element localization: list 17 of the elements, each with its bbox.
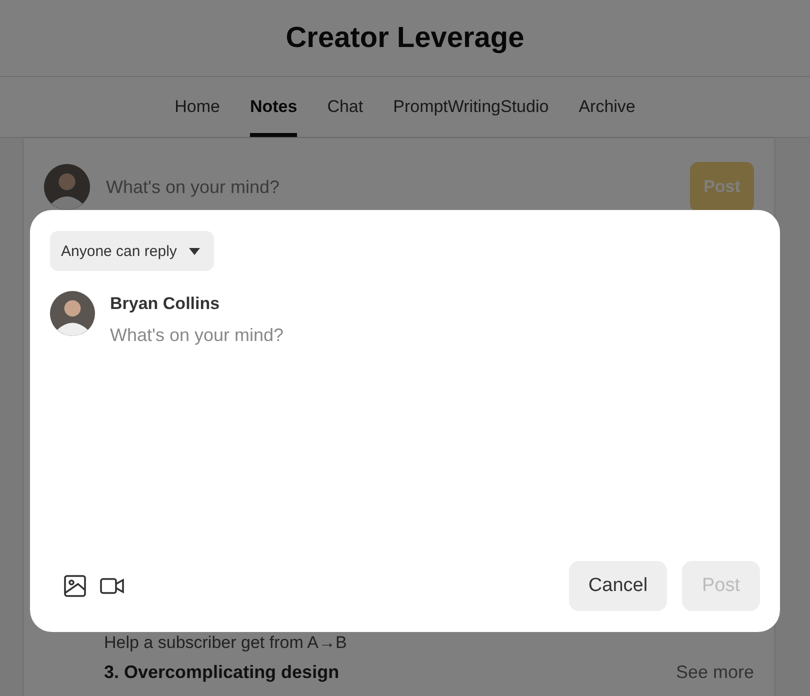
avatar-icon bbox=[50, 291, 95, 336]
nav-tab[interactable]: Chat bbox=[327, 77, 364, 137]
nav-tab[interactable]: Home bbox=[174, 77, 220, 137]
audience-dropdown[interactable]: Anyone can reply bbox=[50, 231, 214, 271]
video-icon[interactable] bbox=[100, 578, 124, 594]
nav-tab[interactable]: Archive bbox=[578, 77, 636, 137]
caret-icon bbox=[188, 248, 200, 254]
author-name: Bryan Collins bbox=[110, 294, 221, 314]
note-text: Help a subscriber get from A→B bbox=[104, 633, 348, 653]
cancel-button[interactable]: Cancel bbox=[569, 561, 667, 611]
note-heading: 3. Overcomplicating design bbox=[104, 662, 340, 683]
note-input-field[interactable]: What's on your mind? bbox=[110, 325, 284, 346]
publication-title: Creator Leverage bbox=[286, 22, 524, 54]
avatar-icon bbox=[44, 164, 90, 210]
composer-field[interactable]: What's on your mind? bbox=[106, 176, 674, 198]
nav-tab[interactable]: PromptWritingStudio bbox=[393, 77, 549, 137]
see-more-link[interactable]: See more bbox=[676, 662, 754, 683]
